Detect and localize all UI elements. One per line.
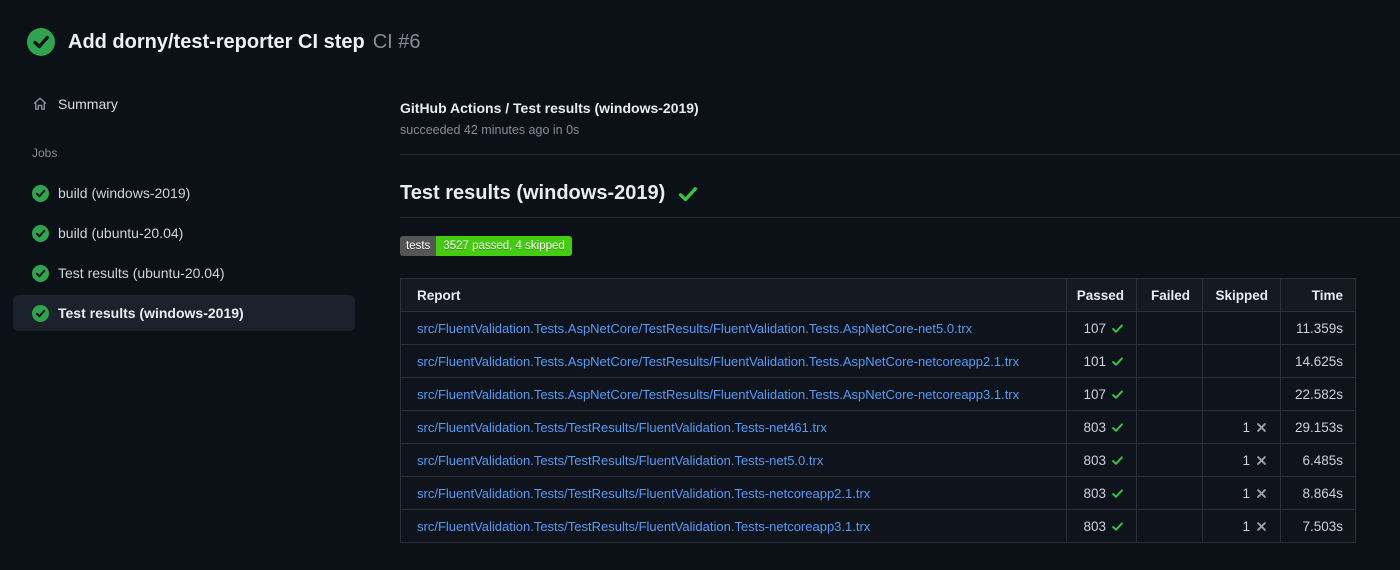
report-link[interactable]: src/FluentValidation.Tests/TestResults/F… <box>417 519 870 534</box>
job-success-icon <box>32 185 49 202</box>
report-table-body: src/FluentValidation.Tests.AspNetCore/Te… <box>400 311 1356 543</box>
check-run-content: GitHub Actions / Test results (windows-2… <box>390 56 1400 543</box>
report-link[interactable]: src/FluentValidation.Tests.AspNetCore/Te… <box>417 387 1019 402</box>
passed-cell: 803 <box>1066 476 1137 510</box>
table-row: src/FluentValidation.Tests.AspNetCore/Te… <box>400 344 1356 378</box>
run-header: Add dorny/test-reporter CI step CI #6 <box>0 0 1400 56</box>
report-table: Report Passed Failed Skipped Time src/Fl… <box>400 278 1356 543</box>
jobs-section-label: Jobs <box>32 146 58 160</box>
passed-check-icon <box>1111 487 1124 500</box>
job-success-icon <box>32 225 49 242</box>
passed-check-icon <box>1111 322 1124 335</box>
passed-cell: 803 <box>1066 509 1137 543</box>
skipped-x-icon <box>1255 454 1268 467</box>
passed-check-icon <box>1111 520 1124 533</box>
failed-cell <box>1136 443 1203 477</box>
results-heading-row: Test results (windows-2019) <box>400 182 1400 218</box>
job-label: Test results (windows-2019) <box>58 305 244 321</box>
skipped-cell: 1 <box>1202 476 1281 510</box>
passed-check-icon <box>1111 355 1124 368</box>
skipped-cell: 1 <box>1202 443 1281 477</box>
sidebar-item-job-build-windows[interactable]: build (windows-2019) <box>13 175 355 211</box>
job-label: Test results (ubuntu-20.04) <box>58 265 225 281</box>
table-row: src/FluentValidation.Tests/TestResults/F… <box>400 476 1356 510</box>
check-run-title: GitHub Actions / Test results (windows-2… <box>400 100 699 116</box>
failed-cell <box>1136 509 1203 543</box>
time-cell: 29.153s <box>1280 410 1356 444</box>
run-title: Add dorny/test-reporter CI step <box>68 30 365 53</box>
sidebar-item-job-testresults-windows[interactable]: Test results (windows-2019) <box>13 295 355 331</box>
time-cell: 22.582s <box>1280 377 1356 411</box>
passed-check-icon <box>1111 454 1124 467</box>
column-header-passed: Passed <box>1066 278 1137 312</box>
skipped-cell: 1 <box>1202 509 1281 543</box>
table-row: src/FluentValidation.Tests.AspNetCore/Te… <box>400 311 1356 345</box>
passed-cell: 107 <box>1066 377 1137 411</box>
time-cell: 8.864s <box>1280 476 1356 510</box>
failed-cell <box>1136 410 1203 444</box>
table-header-row: Report Passed Failed Skipped Time <box>400 278 1356 312</box>
report-link[interactable]: src/FluentValidation.Tests.AspNetCore/Te… <box>417 354 1019 369</box>
badge-label: tests <box>400 236 437 256</box>
job-label: build (ubuntu-20.04) <box>58 225 184 241</box>
run-number: CI #6 <box>372 30 421 53</box>
table-row: src/FluentValidation.Tests/TestResults/F… <box>400 410 1356 444</box>
divider <box>400 154 1400 155</box>
failed-cell <box>1136 476 1203 510</box>
check-run-status: succeeded 42 minutes ago in 0s <box>400 123 580 137</box>
job-sidebar: Summary Jobs build (windows-2019) build … <box>0 56 390 335</box>
time-cell: 6.485s <box>1280 443 1356 477</box>
passed-cell: 107 <box>1066 311 1137 345</box>
skipped-cell: 1 <box>1202 410 1281 444</box>
time-cell: 7.503s <box>1280 509 1356 543</box>
failed-cell <box>1136 311 1203 345</box>
column-header-report: Report <box>400 278 1067 312</box>
time-cell: 14.625s <box>1280 344 1356 378</box>
passed-check-icon <box>1111 388 1124 401</box>
job-success-icon <box>32 265 49 282</box>
failed-cell <box>1136 344 1203 378</box>
jobs-list: build (windows-2019) build (ubuntu-20.04… <box>13 175 390 331</box>
report-link[interactable]: src/FluentValidation.Tests.AspNetCore/Te… <box>417 321 972 336</box>
tests-badge: tests 3527 passed, 4 skipped <box>400 236 572 256</box>
sidebar-item-summary[interactable]: Summary <box>13 87 390 121</box>
skipped-x-icon <box>1255 487 1268 500</box>
passed-cell: 803 <box>1066 443 1137 477</box>
success-check-icon <box>677 183 699 205</box>
report-link[interactable]: src/FluentValidation.Tests/TestResults/F… <box>417 486 870 501</box>
failed-cell <box>1136 377 1203 411</box>
sidebar-item-job-testresults-ubuntu[interactable]: Test results (ubuntu-20.04) <box>13 255 355 291</box>
run-success-icon <box>27 28 55 56</box>
skipped-cell <box>1202 311 1281 345</box>
results-heading: Test results (windows-2019) <box>400 182 666 204</box>
passed-cell: 101 <box>1066 344 1137 378</box>
report-link[interactable]: src/FluentValidation.Tests/TestResults/F… <box>417 420 827 435</box>
sidebar-item-job-build-ubuntu[interactable]: build (ubuntu-20.04) <box>13 215 355 251</box>
job-label: build (windows-2019) <box>58 185 191 201</box>
table-row: src/FluentValidation.Tests/TestResults/F… <box>400 509 1356 543</box>
passed-cell: 803 <box>1066 410 1137 444</box>
skipped-cell <box>1202 344 1281 378</box>
table-row: src/FluentValidation.Tests.AspNetCore/Te… <box>400 377 1356 411</box>
report-link[interactable]: src/FluentValidation.Tests/TestResults/F… <box>417 453 823 468</box>
skipped-x-icon <box>1255 520 1268 533</box>
skipped-x-icon <box>1255 421 1268 434</box>
column-header-failed: Failed <box>1136 278 1203 312</box>
table-row: src/FluentValidation.Tests/TestResults/F… <box>400 443 1356 477</box>
skipped-cell <box>1202 377 1281 411</box>
home-icon <box>32 96 48 112</box>
time-cell: 11.359s <box>1280 311 1356 345</box>
passed-check-icon <box>1111 421 1124 434</box>
badge-value: 3527 passed, 4 skipped <box>436 236 572 256</box>
column-header-time: Time <box>1280 278 1356 312</box>
column-header-skipped: Skipped <box>1202 278 1281 312</box>
summary-label: Summary <box>58 96 118 112</box>
job-success-icon <box>32 305 49 322</box>
